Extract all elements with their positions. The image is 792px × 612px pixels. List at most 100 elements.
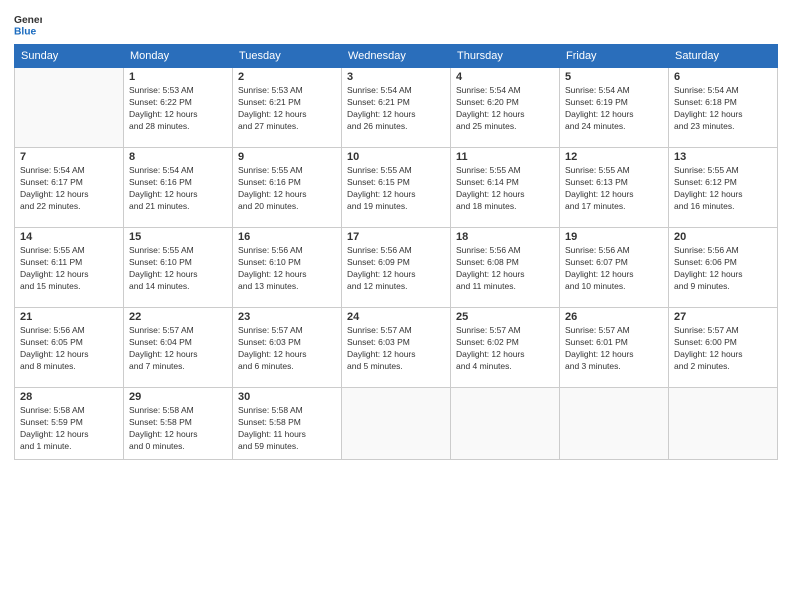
calendar-cell bbox=[342, 388, 451, 460]
calendar-cell: 15 Sunrise: 5:55 AM Sunset: 6:10 PM Dayli… bbox=[124, 228, 233, 308]
day-number: 24 bbox=[347, 311, 445, 323]
calendar-cell bbox=[560, 388, 669, 460]
calendar-cell: 9 Sunrise: 5:55 AM Sunset: 6:16 PM Daylig… bbox=[233, 148, 342, 228]
day-number: 14 bbox=[20, 231, 118, 243]
day-info: Sunrise: 5:56 AM Sunset: 6:06 PM Dayligh… bbox=[674, 245, 772, 293]
day-number: 17 bbox=[347, 231, 445, 243]
calendar-cell: 16 Sunrise: 5:56 AM Sunset: 6:10 PM Dayli… bbox=[233, 228, 342, 308]
day-number: 4 bbox=[456, 71, 554, 83]
weekday-header: Tuesday bbox=[233, 45, 342, 68]
day-info: Sunrise: 5:53 AM Sunset: 6:22 PM Dayligh… bbox=[129, 85, 227, 133]
calendar-cell: 8 Sunrise: 5:54 AM Sunset: 6:16 PM Daylig… bbox=[124, 148, 233, 228]
calendar-cell: 6 Sunrise: 5:54 AM Sunset: 6:18 PM Daylig… bbox=[669, 68, 778, 148]
calendar-row: 1 Sunrise: 5:53 AM Sunset: 6:22 PM Daylig… bbox=[15, 68, 778, 148]
day-info: Sunrise: 5:56 AM Sunset: 6:08 PM Dayligh… bbox=[456, 245, 554, 293]
calendar-cell bbox=[451, 388, 560, 460]
calendar-cell: 11Sunrise: 5:55 AM Sunset: 6:14 PM Dayli… bbox=[451, 148, 560, 228]
day-info: Sunrise: 5:55 AM Sunset: 6:10 PM Dayligh… bbox=[129, 245, 227, 293]
calendar-cell: 30Sunrise: 5:58 AM Sunset: 5:58 PM Dayli… bbox=[233, 388, 342, 460]
day-info: Sunrise: 5:57 AM Sunset: 6:03 PM Dayligh… bbox=[347, 325, 445, 373]
svg-text:Blue: Blue bbox=[14, 26, 37, 37]
calendar-cell: 28Sunrise: 5:58 AM Sunset: 5:59 PM Dayli… bbox=[15, 388, 124, 460]
day-info: Sunrise: 5:56 AM Sunset: 6:07 PM Dayligh… bbox=[565, 245, 663, 293]
page-header: General Blue bbox=[14, 10, 778, 38]
day-number: 23 bbox=[238, 311, 336, 323]
calendar-cell: 13 Sunrise: 5:55 AM Sunset: 6:12 PM Dayli… bbox=[669, 148, 778, 228]
calendar-row: 21 Sunrise: 5:56 AM Sunset: 6:05 PM Dayli… bbox=[15, 308, 778, 388]
calendar-row: 14Sunrise: 5:55 AM Sunset: 6:11 PM Dayli… bbox=[15, 228, 778, 308]
weekday-header: Thursday bbox=[451, 45, 560, 68]
day-number: 15 bbox=[129, 231, 227, 243]
calendar-row: 28Sunrise: 5:58 AM Sunset: 5:59 PM Dayli… bbox=[15, 388, 778, 460]
day-info: Sunrise: 5:58 AM Sunset: 5:58 PM Dayligh… bbox=[129, 405, 227, 453]
day-info: Sunrise: 5:56 AM Sunset: 6:05 PM Dayligh… bbox=[20, 325, 118, 373]
day-info: Sunrise: 5:55 AM Sunset: 6:12 PM Dayligh… bbox=[674, 165, 772, 213]
weekday-header: Saturday bbox=[669, 45, 778, 68]
day-number: 18 bbox=[456, 231, 554, 243]
calendar-cell: 23 Sunrise: 5:57 AM Sunset: 6:03 PM Dayli… bbox=[233, 308, 342, 388]
weekday-header: Monday bbox=[124, 45, 233, 68]
calendar-cell bbox=[15, 68, 124, 148]
day-number: 20 bbox=[674, 231, 772, 243]
day-number: 19 bbox=[565, 231, 663, 243]
calendar-cell: 3Sunrise: 5:54 AM Sunset: 6:21 PM Daylig… bbox=[342, 68, 451, 148]
day-info: Sunrise: 5:54 AM Sunset: 6:17 PM Dayligh… bbox=[20, 165, 118, 213]
day-info: Sunrise: 5:57 AM Sunset: 6:00 PM Dayligh… bbox=[674, 325, 772, 373]
calendar-cell: 18 Sunrise: 5:56 AM Sunset: 6:08 PM Dayli… bbox=[451, 228, 560, 308]
day-info: Sunrise: 5:55 AM Sunset: 6:16 PM Dayligh… bbox=[238, 165, 336, 213]
day-number: 12 bbox=[565, 151, 663, 163]
day-number: 16 bbox=[238, 231, 336, 243]
day-number: 26 bbox=[565, 311, 663, 323]
calendar-cell: 26 Sunrise: 5:57 AM Sunset: 6:01 PM Dayli… bbox=[560, 308, 669, 388]
day-info: Sunrise: 5:54 AM Sunset: 6:20 PM Dayligh… bbox=[456, 85, 554, 133]
day-info: Sunrise: 5:57 AM Sunset: 6:04 PM Dayligh… bbox=[129, 325, 227, 373]
calendar-header-row: SundayMondayTuesdayWednesdayThursdayFrid… bbox=[15, 45, 778, 68]
day-number: 8 bbox=[129, 151, 227, 163]
day-info: Sunrise: 5:54 AM Sunset: 6:21 PM Dayligh… bbox=[347, 85, 445, 133]
logo: General Blue bbox=[14, 10, 46, 38]
calendar-cell: 4 Sunrise: 5:54 AM Sunset: 6:20 PM Daylig… bbox=[451, 68, 560, 148]
calendar-cell: 22 Sunrise: 5:57 AM Sunset: 6:04 PM Dayli… bbox=[124, 308, 233, 388]
day-info: Sunrise: 5:57 AM Sunset: 6:02 PM Dayligh… bbox=[456, 325, 554, 373]
day-info: Sunrise: 5:55 AM Sunset: 6:13 PM Dayligh… bbox=[565, 165, 663, 213]
calendar-cell: 29 Sunrise: 5:58 AM Sunset: 5:58 PM Dayli… bbox=[124, 388, 233, 460]
day-info: Sunrise: 5:53 AM Sunset: 6:21 PM Dayligh… bbox=[238, 85, 336, 133]
day-number: 10 bbox=[347, 151, 445, 163]
logo-icon: General Blue bbox=[14, 10, 42, 38]
day-info: Sunrise: 5:56 AM Sunset: 6:09 PM Dayligh… bbox=[347, 245, 445, 293]
day-number: 29 bbox=[129, 391, 227, 403]
day-number: 6 bbox=[674, 71, 772, 83]
weekday-header: Wednesday bbox=[342, 45, 451, 68]
calendar-cell: 7 Sunrise: 5:54 AM Sunset: 6:17 PM Daylig… bbox=[15, 148, 124, 228]
day-number: 9 bbox=[238, 151, 336, 163]
day-info: Sunrise: 5:54 AM Sunset: 6:18 PM Dayligh… bbox=[674, 85, 772, 133]
calendar-cell: 12 Sunrise: 5:55 AM Sunset: 6:13 PM Dayli… bbox=[560, 148, 669, 228]
day-number: 28 bbox=[20, 391, 118, 403]
day-info: Sunrise: 5:57 AM Sunset: 6:03 PM Dayligh… bbox=[238, 325, 336, 373]
calendar-cell: 25 Sunrise: 5:57 AM Sunset: 6:02 PM Dayli… bbox=[451, 308, 560, 388]
calendar-cell: 21 Sunrise: 5:56 AM Sunset: 6:05 PM Dayli… bbox=[15, 308, 124, 388]
day-info: Sunrise: 5:54 AM Sunset: 6:19 PM Dayligh… bbox=[565, 85, 663, 133]
day-info: Sunrise: 5:56 AM Sunset: 6:10 PM Dayligh… bbox=[238, 245, 336, 293]
calendar-cell: 20 Sunrise: 5:56 AM Sunset: 6:06 PM Dayli… bbox=[669, 228, 778, 308]
day-info: Sunrise: 5:54 AM Sunset: 6:16 PM Dayligh… bbox=[129, 165, 227, 213]
day-number: 11 bbox=[456, 151, 554, 163]
calendar-cell: 27 Sunrise: 5:57 AM Sunset: 6:00 PM Dayli… bbox=[669, 308, 778, 388]
day-number: 25 bbox=[456, 311, 554, 323]
weekday-header: Friday bbox=[560, 45, 669, 68]
day-number: 22 bbox=[129, 311, 227, 323]
day-number: 7 bbox=[20, 151, 118, 163]
day-number: 27 bbox=[674, 311, 772, 323]
calendar-cell: 24 Sunrise: 5:57 AM Sunset: 6:03 PM Dayli… bbox=[342, 308, 451, 388]
day-number: 13 bbox=[674, 151, 772, 163]
day-number: 1 bbox=[129, 71, 227, 83]
day-info: Sunrise: 5:57 AM Sunset: 6:01 PM Dayligh… bbox=[565, 325, 663, 373]
calendar-cell: 5Sunrise: 5:54 AM Sunset: 6:19 PM Daylig… bbox=[560, 68, 669, 148]
weekday-header: Sunday bbox=[15, 45, 124, 68]
calendar-cell: 2Sunrise: 5:53 AM Sunset: 6:21 PM Daylig… bbox=[233, 68, 342, 148]
day-info: Sunrise: 5:55 AM Sunset: 6:15 PM Dayligh… bbox=[347, 165, 445, 213]
calendar-cell: 1 Sunrise: 5:53 AM Sunset: 6:22 PM Daylig… bbox=[124, 68, 233, 148]
day-number: 21 bbox=[20, 311, 118, 323]
calendar-row: 7 Sunrise: 5:54 AM Sunset: 6:17 PM Daylig… bbox=[15, 148, 778, 228]
calendar-cell: 14Sunrise: 5:55 AM Sunset: 6:11 PM Dayli… bbox=[15, 228, 124, 308]
